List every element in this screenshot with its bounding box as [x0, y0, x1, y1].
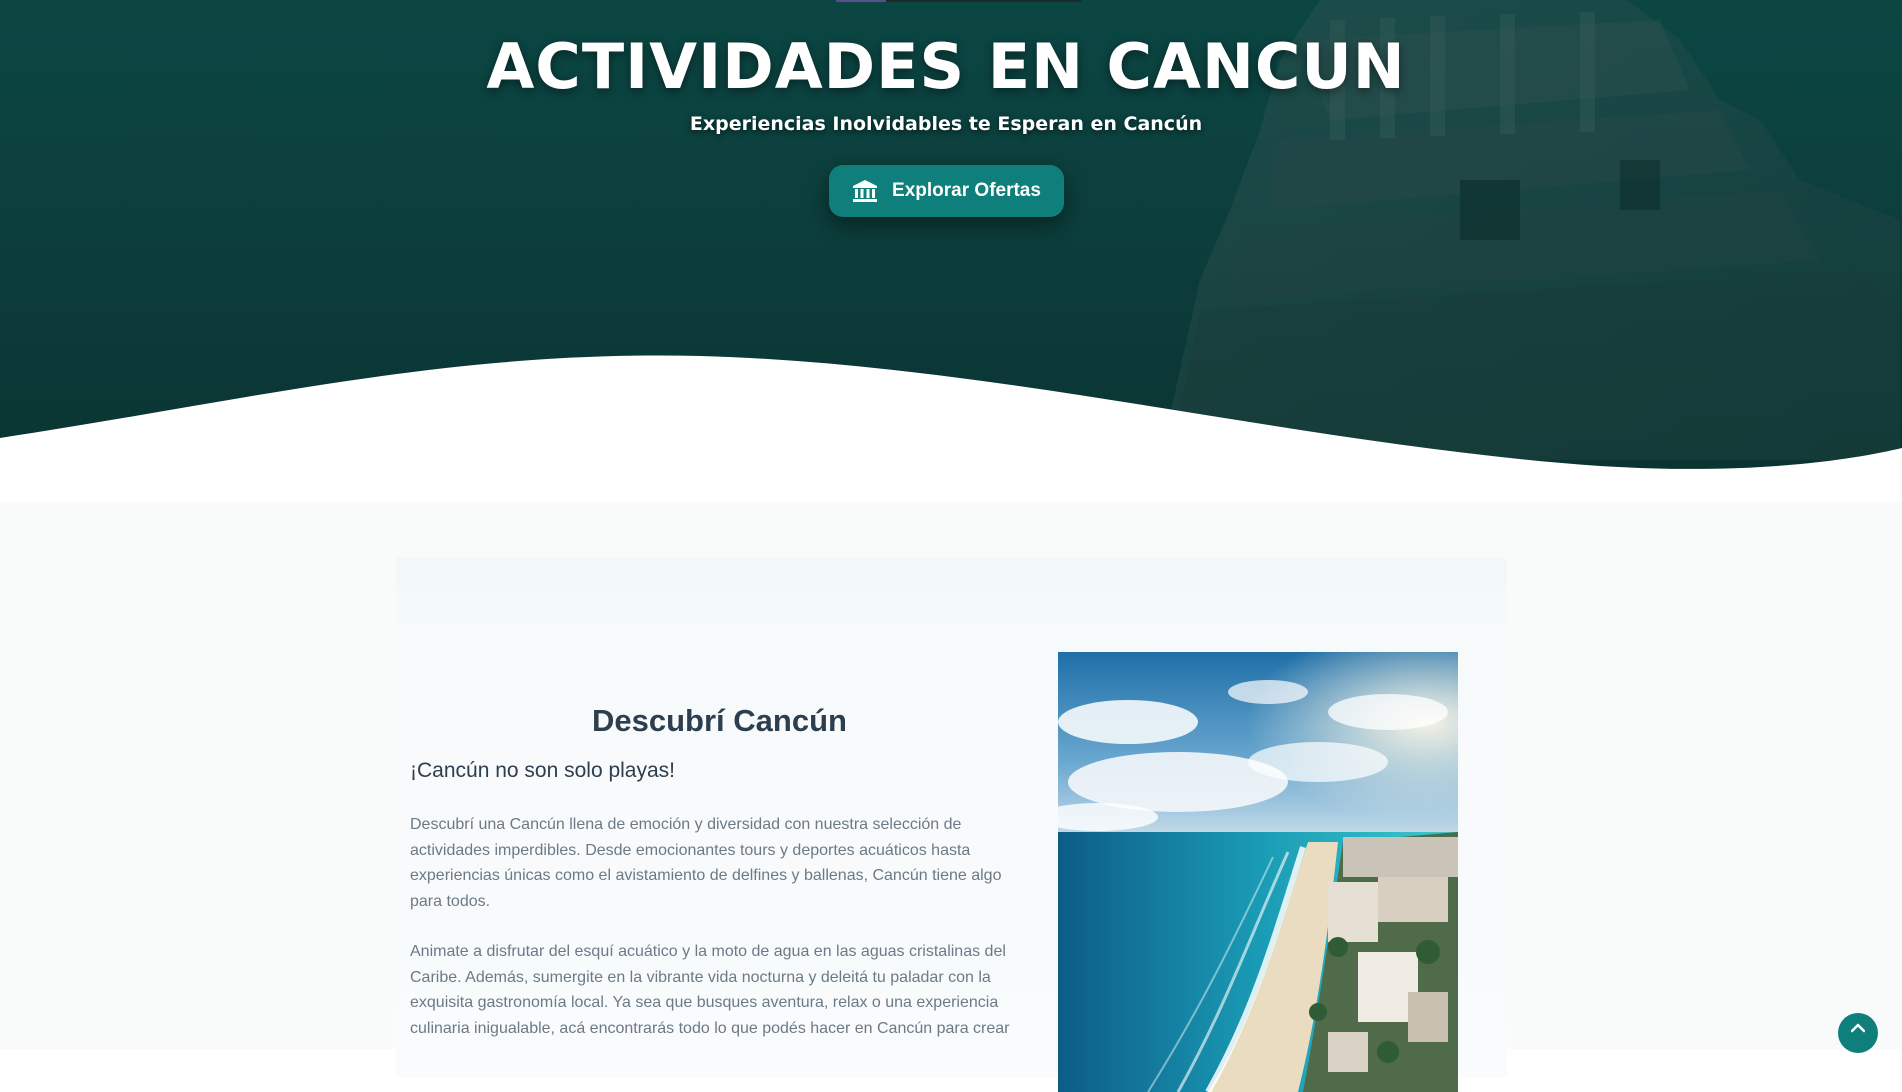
hero-section: ACTIVIDADES EN CANCUN Experiencias Inolv…: [0, 0, 1902, 470]
hero-subtitle: Experiencias Inolvidables te Esperan en …: [689, 113, 1203, 135]
hero-title: ACTIVIDADES EN CANCUN: [486, 30, 1406, 103]
explore-offers-label: Explorar Ofertas: [892, 180, 1041, 201]
chevron-up-icon: [1851, 1023, 1865, 1033]
section-lead: ¡Cancún no son solo playas!: [410, 759, 675, 782]
intro-paragraph-1: Descubrí una Cancún llena de emoción y d…: [410, 816, 1002, 910]
explore-offers-button[interactable]: Explorar Ofertas: [829, 165, 1064, 217]
cancun-aerial-beach-photo: [1058, 652, 1458, 1092]
section-title: Descubrí Cancún: [592, 702, 847, 738]
top-nav-indicator: [836, 0, 1081, 2]
intro-section: Descubrí Cancún ¡Cancún no son solo play…: [0, 502, 1902, 1092]
intro-paragraph-2: Animate a disfrutar del esquí acuático y…: [410, 943, 1010, 1037]
bank-icon: [853, 180, 878, 202]
hero-wave-divider: [0, 355, 1902, 470]
intro-card: Descubrí Cancún ¡Cancún no son solo play…: [396, 557, 1507, 1092]
scroll-to-top-button[interactable]: [1838, 1013, 1878, 1053]
